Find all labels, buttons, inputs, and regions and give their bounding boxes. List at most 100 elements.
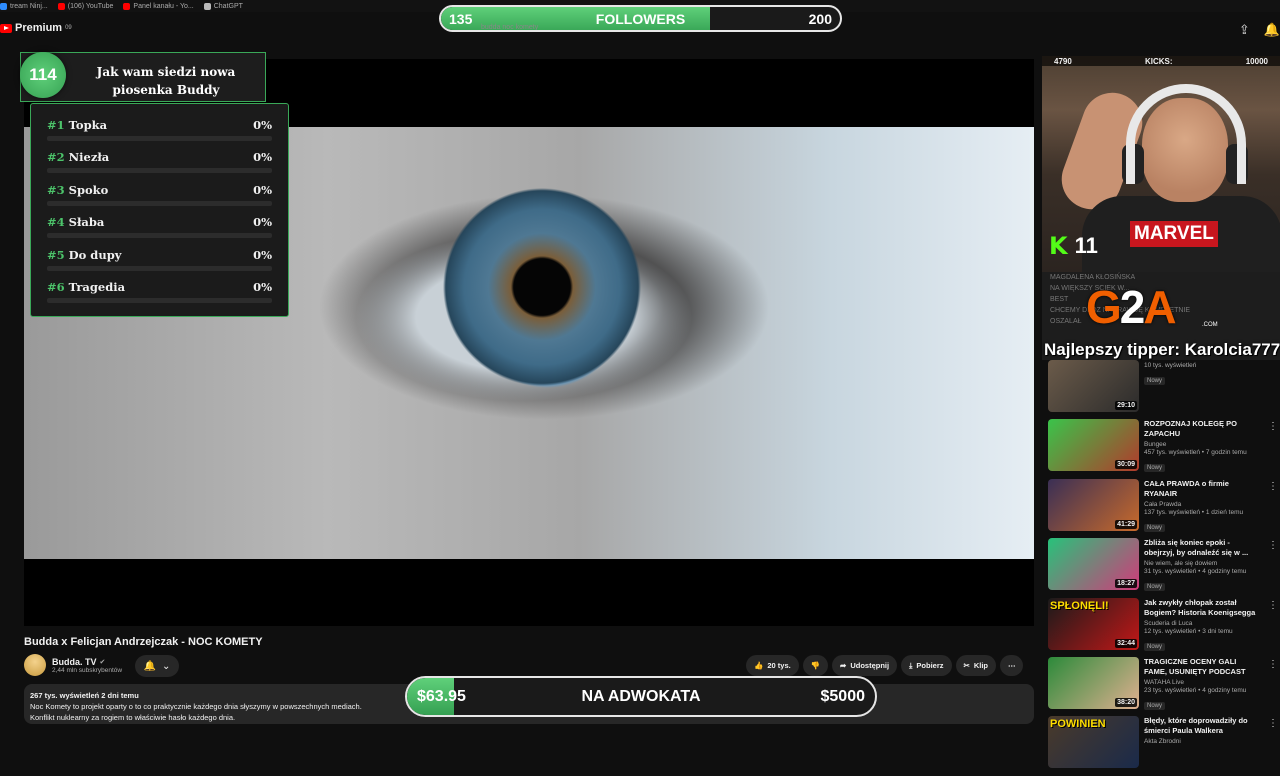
donation-label: NA ADWOKATA (581, 688, 701, 705)
poll-title: Jak wam siedzi nowa piosenka Buddy (96, 65, 236, 97)
recommended-video[interactable]: 38:20 TRAGICZNE OCENY GALI FAME, USUNIĘTY… (1048, 656, 1278, 716)
video-thumbnail[interactable]: 29:10 (1048, 360, 1139, 412)
youtube-logo[interactable]: Premium 09 (0, 22, 72, 34)
poll-option-rank: #5 (47, 247, 65, 262)
video-info: Zbliża się koniec epoki - obejrzyj, by o… (1144, 538, 1259, 593)
followers-goal-bar: budda noc komety 135 FOLLOWERS 200 (439, 5, 842, 32)
poll-option-percent: 0% (253, 247, 272, 262)
recommended-video[interactable]: 29:10 10 tys. wyświetleń Nowy (1048, 360, 1278, 419)
channel-name[interactable]: Budda. TV (52, 657, 97, 667)
poll-option-bar (47, 297, 272, 303)
poll-option-name: #5 Do dupy (47, 248, 121, 262)
notification-bell-icon[interactable]: 🔔 (1264, 22, 1280, 38)
channel-name[interactable]: Cała Prawda (1144, 501, 1259, 508)
bookmark-label: tream Ninj... (10, 2, 48, 10)
channel-avatar[interactable] (24, 654, 46, 676)
poll-option-name: #2 Niezła (47, 150, 109, 164)
bookmark-item[interactable]: ChatGPT (203, 2, 243, 10)
video-thumbnail[interactable]: SPŁONĘLI! 32:44 (1048, 597, 1139, 650)
video-meta: 23 tys. wyświetleń • 4 godziny temu (1144, 686, 1247, 694)
video-title[interactable]: ROZPOZNAJ KOLEGĘ PO ZAPACHU (1144, 419, 1259, 439)
more-vert-icon[interactable]: ⋮ (1268, 659, 1278, 670)
followers-label: FOLLOWERS (595, 11, 686, 27)
clip-button[interactable]: ✂ Klip (955, 655, 996, 676)
recommended-video[interactable]: 30:09 ROZPOZNAJ KOLEGĘ PO ZAPACHU Bungee 45… (1048, 419, 1278, 478)
download-icon: ⤓ (909, 660, 913, 670)
bookmark-label: ChatGPT (213, 2, 243, 10)
poll-option-bar (47, 233, 272, 239)
video-info: 10 tys. wyświetleń Nowy (1144, 360, 1259, 387)
recommended-video[interactable]: POWINIEN Błędy, które doprowadziły do śmi… (1048, 716, 1278, 775)
poll-option-percent: 0% (253, 215, 272, 230)
video-info: CAŁA PRAWDA o firmie RYANAIR Cała Prawda 1… (1144, 479, 1259, 534)
thumbnail-overlay-text: SPŁONĘLI! (1050, 599, 1109, 612)
video-title[interactable]: TRAGICZNE OCENY GALI FAME, USUNIĘTY PODC… (1144, 657, 1259, 677)
more-vert-icon[interactable]: ⋮ (1268, 540, 1278, 551)
bookmark-favicon-icon (203, 2, 211, 10)
share-icon: ➦ (840, 661, 847, 670)
video-title[interactable]: CAŁA PRAWDA o firmie RYANAIR (1144, 479, 1259, 499)
g2a-logo: G2A (1086, 280, 1177, 334)
poll-option: #1 Topka 0% (47, 115, 272, 147)
channel-name[interactable]: Nie wiem, ale się dowiem (1144, 560, 1259, 567)
video-info: Jak zwykły chłopak został Bogiem? Histor… (1144, 598, 1259, 653)
new-badge: Nowy (1144, 523, 1166, 532)
g2a-letter-2: 2 (1119, 281, 1146, 333)
poll-option-bar (47, 136, 272, 141)
recommended-video[interactable]: 18:27 Zbliża się koniec epoki - obejrzyj,… (1048, 538, 1278, 597)
video-thumbnail[interactable]: 18:27 (1048, 538, 1139, 591)
chevron-down-icon: ⌄ (162, 660, 171, 672)
video-title[interactable]: Jak zwykły chłopak został Bogiem? Histor… (1144, 598, 1259, 618)
channel-name[interactable]: Bungee (1144, 441, 1259, 448)
video-duration: 41:29 (1115, 519, 1137, 529)
poll-options: #1 Topka 0% #2 Niezła 0% #3 Spoko 0% #4 Słaba 0… (30, 103, 289, 317)
channel-info[interactable]: Budda. TV ✔ 2,44 mln subskrybentów (24, 654, 122, 676)
poll-option-label: Tragedia (68, 279, 126, 294)
bookmark-item[interactable]: Panel kanału - Yo... (123, 2, 194, 10)
video-title: Budda x Felicjan Andrzejczak - NOC KOMET… (24, 636, 263, 648)
followers-goal: 200 (808, 11, 832, 27)
upload-icon[interactable]: ⇪ (1239, 22, 1250, 38)
video-title[interactable]: Błędy, które doprowadziły do śmierci Pau… (1144, 716, 1259, 736)
verified-icon: ✔ (99, 658, 106, 666)
more-vert-icon[interactable]: ⋮ (1268, 481, 1278, 492)
notifications-button[interactable]: 🔔 ⌄ (135, 655, 179, 677)
share-label: Udostępnij (850, 661, 890, 670)
share-button[interactable]: ➦ Udostępnij (832, 655, 898, 676)
poll-option-bar (47, 265, 272, 271)
donation-goal-bar: $63.95 NA ADWOKATA $5000 (405, 676, 877, 717)
poll-option-name: #1 Topka (47, 118, 107, 132)
poll-option-name: #3 Spoko (47, 183, 108, 197)
channel-name[interactable]: Akta Zbrodni (1144, 738, 1259, 745)
recommended-video[interactable]: 41:29 CAŁA PRAWDA o firmie RYANAIR Cała Pr… (1048, 478, 1278, 538)
download-label: Pobierz (916, 661, 944, 670)
top-tipper: Najlepszy tipper: Karolcia777 (1044, 340, 1280, 359)
video-thumbnail[interactable]: 30:09 (1048, 419, 1139, 472)
channel-name[interactable]: Scuderia di Luca (1144, 620, 1259, 627)
video-thumbnail[interactable]: POWINIEN (1048, 716, 1139, 769)
poll-option-label: Spoko (68, 182, 109, 197)
logo-text: Premium (15, 22, 63, 34)
video-title[interactable]: Zbliża się koniec epoki - obejrzyj, by o… (1144, 538, 1259, 558)
bookmark-item[interactable]: tream Ninj... (0, 2, 48, 10)
like-button[interactable]: 👍 20 tys. (746, 655, 799, 676)
new-badge: Nowy (1144, 464, 1166, 473)
video-thumbnail[interactable]: 41:29 (1048, 478, 1139, 531)
video-meta: 10 tys. wyświetleń (1144, 362, 1197, 369)
more-actions-button[interactable]: ⋯ (999, 655, 1024, 676)
poll-option: #2 Niezła 0% (47, 147, 272, 179)
video-info: Błędy, które doprowadziły do śmierci Pau… (1144, 716, 1259, 746)
poll-option-label: Do dupy (68, 247, 122, 262)
video-thumbnail[interactable]: 38:20 (1048, 656, 1139, 709)
download-button[interactable]: ⤓ Pobierz (901, 655, 952, 676)
new-badge: Nowy (1144, 701, 1166, 710)
poll-option-label: Topka (68, 118, 108, 132)
channel-name[interactable]: WATAHA Live (1144, 679, 1259, 686)
bookmark-item[interactable]: (106) YouTube (57, 2, 113, 10)
dislike-button[interactable]: 👎 (802, 655, 829, 676)
more-vert-icon[interactable]: ⋮ (1268, 421, 1278, 432)
recommended-video[interactable]: SPŁONĘLI! 32:44 Jak zwykły chłopak został … (1048, 597, 1278, 657)
video-duration: 38:20 (1115, 697, 1137, 707)
more-vert-icon[interactable]: ⋮ (1268, 600, 1278, 611)
poll-option-name: #6 Tragedia (47, 280, 125, 294)
